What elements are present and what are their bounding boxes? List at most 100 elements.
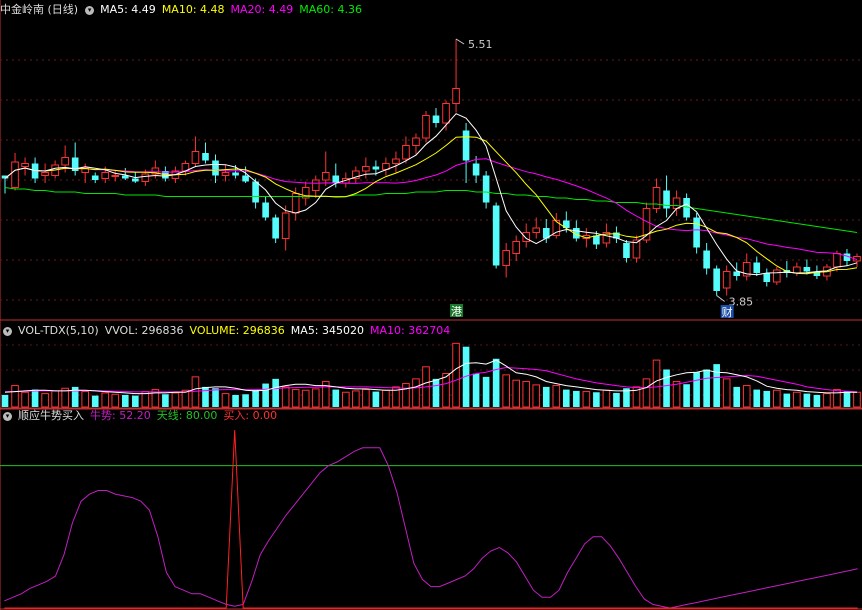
candle-body: [202, 153, 209, 161]
volume-bar: [833, 389, 841, 408]
volume-bar: [532, 384, 541, 408]
volume-bar: [442, 373, 450, 408]
volume-bar: [502, 374, 510, 408]
candle-body: [482, 175, 490, 203]
volume-bar: [552, 385, 561, 408]
volume-bar: [111, 393, 120, 408]
volume-bar: [763, 390, 771, 407]
volume-bar: [171, 392, 180, 408]
candle-body: [281, 212, 290, 239]
volume-bar: [332, 389, 340, 407]
candle-body: [512, 241, 521, 254]
candle-body: [221, 172, 230, 176]
candle-body: [232, 172, 239, 176]
volume-bar: [642, 378, 651, 408]
volume-bar: [593, 392, 600, 407]
volume-bar: [341, 391, 350, 408]
candle-body: [412, 137, 420, 146]
candle-body: [722, 271, 731, 289]
candle-body: [132, 178, 139, 182]
volume-bar: [81, 391, 90, 408]
volume-bar: [212, 388, 219, 407]
volume-bar: [1, 394, 9, 407]
volume-bar: [843, 391, 851, 407]
candle-body: [91, 175, 99, 180]
candle-body: [502, 250, 510, 266]
volume-bar: [542, 386, 550, 407]
fin-marker-text: 财: [722, 305, 733, 319]
candle-body: [703, 250, 710, 269]
candle-body: [593, 235, 600, 245]
volume-bar: [753, 389, 761, 407]
candle-body: [472, 163, 480, 176]
volume-bar: [252, 389, 259, 407]
volume-bar: [31, 389, 39, 407]
high-marker-arrow: [455, 38, 465, 45]
volume-bar: [412, 378, 420, 408]
candle-body: [733, 271, 741, 276]
candle-body: [321, 172, 330, 181]
candle-body: [753, 262, 761, 273]
volume-bar: [693, 372, 700, 407]
volume-bar: [91, 395, 99, 407]
candle-body: [803, 267, 811, 272]
volume-bar: [742, 385, 751, 408]
candle-body: [793, 266, 801, 274]
volume-bar: [803, 393, 811, 407]
ma60-line: [4, 187, 858, 233]
candle-body: [101, 172, 110, 179]
buy-signal-line: [4, 429, 858, 609]
volume-bar: [472, 373, 480, 407]
volume-bar: [602, 389, 611, 408]
volume-bar: [482, 376, 490, 407]
volume-bar: [21, 391, 29, 408]
volume-bar: [362, 389, 370, 408]
candle-body: [432, 115, 440, 123]
volume-bar: [772, 389, 781, 408]
volume-bar: [683, 384, 690, 407]
volume-bar: [563, 389, 570, 407]
candle-body: [11, 161, 19, 188]
volume-bar: [101, 392, 110, 408]
volume-bar: [582, 391, 591, 408]
candle-body: [452, 88, 460, 104]
hk-marker-text: 港: [451, 305, 462, 318]
volume-bar: [703, 369, 710, 407]
volume-bar: [11, 385, 19, 408]
candle-body: [111, 175, 120, 177]
candle-body: [713, 268, 720, 291]
low-marker-arrow: [716, 295, 725, 302]
volume-bar: [783, 393, 791, 407]
candle-body: [21, 163, 29, 167]
candle-body: [442, 103, 450, 124]
ma10-line: [4, 136, 858, 275]
volume-bar: [301, 389, 310, 408]
volume-bar: [672, 381, 681, 408]
volume-bar: [121, 394, 129, 407]
candle-body: [262, 202, 269, 218]
volume-bar: [823, 393, 831, 408]
volume-bar: [813, 394, 821, 407]
candle-body: [191, 151, 200, 164]
volume-bar: [242, 394, 249, 407]
candle-body: [242, 175, 249, 182]
volume-bar: [51, 390, 59, 408]
volume-bar: [262, 383, 269, 407]
candle-body: [652, 187, 661, 209]
volume-bar: [232, 394, 239, 407]
candle-body: [61, 157, 69, 166]
volume-bar: [272, 378, 279, 407]
candle-body: [141, 173, 150, 182]
candle-body: [311, 179, 320, 191]
stock-chart[interactable]: 5.513.85港财: [0, 0, 862, 610]
volume-bar: [793, 391, 801, 408]
volume-bar: [452, 342, 460, 408]
volume-bar: [713, 364, 720, 407]
ma5-line: [4, 113, 858, 276]
volume-bar: [382, 389, 390, 408]
candle-body: [833, 253, 841, 268]
candle-body: [422, 115, 430, 139]
candle-body: [693, 217, 700, 248]
volume-bar: [372, 391, 380, 407]
volume-bar: [291, 389, 300, 408]
